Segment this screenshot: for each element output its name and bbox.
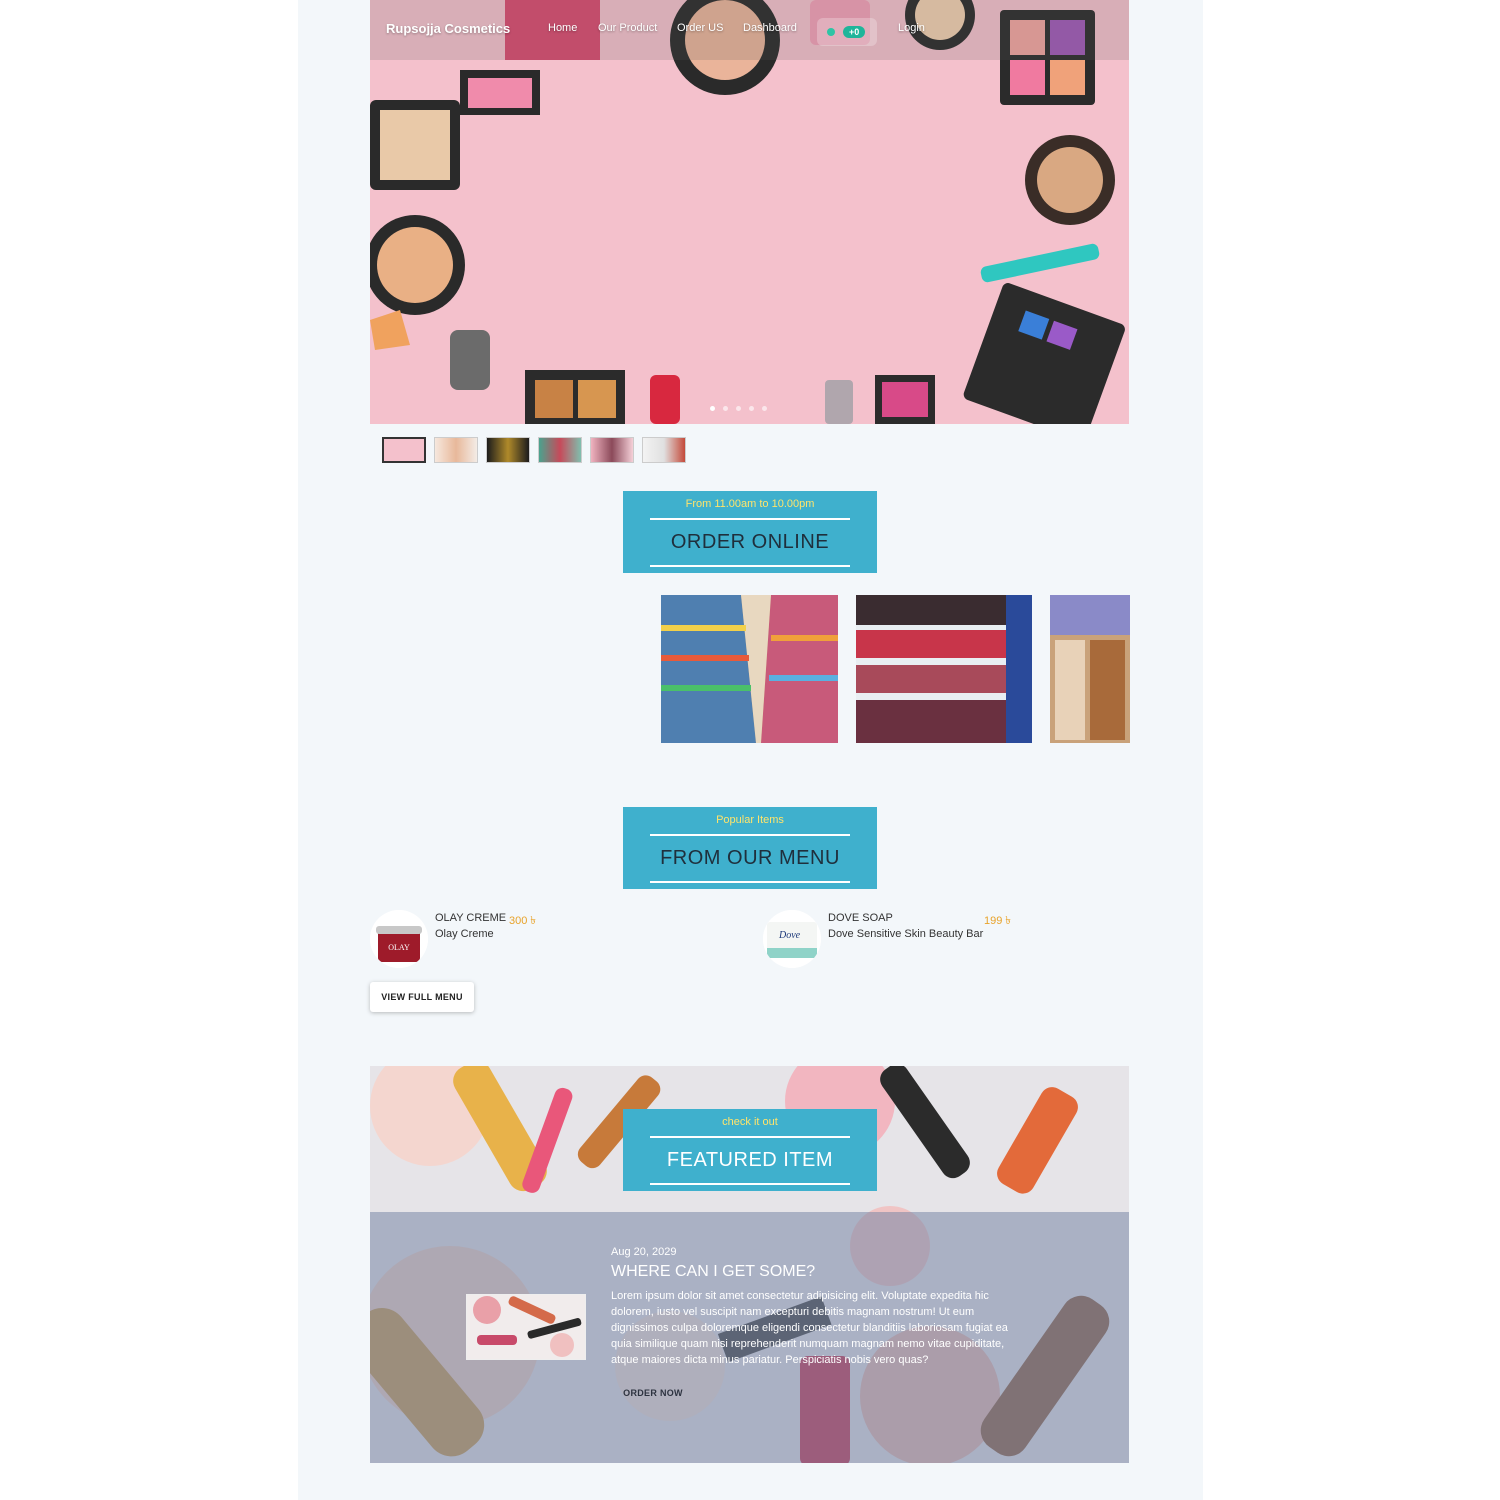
carousel-dot[interactable] (736, 406, 741, 411)
featured-date: Aug 20, 2029 (611, 1246, 677, 1258)
menu-subtitle: Popular Items (716, 814, 784, 826)
olay-product-image: OLAY (370, 910, 428, 968)
divider (650, 565, 850, 567)
carousel-thumbnails (382, 437, 686, 463)
order-online-header: From 11.00am to 10.00pm ORDER ONLINE (623, 491, 877, 573)
divider (650, 518, 850, 520)
menu-title: FROM OUR MENU (660, 847, 840, 869)
nav-order-us[interactable]: Order US (677, 22, 723, 34)
carousel-thumb[interactable] (486, 437, 530, 463)
carousel-dot[interactable] (710, 406, 715, 411)
carousel-dot[interactable] (762, 406, 767, 411)
menu-header: Popular Items FROM OUR MENU (623, 807, 877, 889)
carousel-dot[interactable] (749, 406, 754, 411)
gallery-image-shop-shelves[interactable] (1050, 595, 1130, 743)
menu-item-desc: Dove Sensitive Skin Beauty Bar (828, 928, 984, 940)
menu-item-desc: Olay Creme (435, 928, 494, 940)
featured-item-image (466, 1294, 586, 1360)
featured-description: Lorem ipsum dolor sit amet consectetur a… (611, 1290, 1008, 1366)
nav-dashboard[interactable]: Dashboard (743, 22, 797, 34)
menu-item-price: 199 ৳ (984, 915, 1011, 927)
dove-product-image: Dove (763, 910, 821, 968)
carousel-dot[interactable] (723, 406, 728, 411)
featured-subtitle: check it out (722, 1116, 778, 1128)
carousel-indicators (710, 406, 767, 411)
featured-section: check it out FEATURED ITEM Aug 20, 2029 … (370, 1066, 1129, 1463)
cart-count-badge: +0 (843, 26, 866, 38)
top-navbar: Rupsojja Cosmetics Home Our Product Orde… (370, 0, 1129, 60)
carousel-thumb[interactable] (434, 437, 478, 463)
order-title: ORDER ONLINE (670, 531, 830, 553)
cart-button[interactable]: +0 (817, 18, 877, 46)
divider (650, 1136, 850, 1138)
order-hours: From 11.00am to 10.00pm (685, 498, 815, 510)
nav-our-product[interactable]: Our Product (598, 22, 657, 34)
carousel-thumb[interactable] (590, 437, 634, 463)
gallery-image-store-aisle[interactable] (661, 595, 838, 743)
view-full-menu-button[interactable]: VIEW FULL MENU (370, 982, 474, 1012)
divider (650, 1183, 850, 1185)
svg-text:OLAY: OLAY (388, 943, 410, 952)
carousel-thumb[interactable] (382, 437, 426, 463)
menu-item-name: OLAY CREME (435, 912, 507, 924)
carousel-thumb[interactable] (538, 437, 582, 463)
order-now-button[interactable]: ORDER NOW (611, 1380, 695, 1406)
nav-login[interactable]: Login (898, 22, 925, 34)
featured-heading: WHERE CAN I GET SOME? (611, 1263, 816, 1280)
nav-home[interactable]: Home (548, 22, 577, 34)
menu-item-name: DOVE SOAP (828, 912, 893, 924)
featured-header: check it out FEATURED ITEM (623, 1109, 877, 1191)
hero-cosmetics-image (370, 0, 1129, 424)
cart-icon (827, 28, 835, 36)
menu-item-price: 300 ৳ (509, 915, 536, 927)
divider (650, 881, 850, 883)
hero-carousel[interactable]: Rupsojja Cosmetics Home Our Product Orde… (370, 0, 1129, 424)
svg-text:Dove: Dove (778, 930, 801, 941)
brand-logo[interactable]: Rupsojja Cosmetics (386, 21, 510, 36)
carousel-thumb[interactable] (642, 437, 686, 463)
gallery-image-makeup-display[interactable] (856, 595, 1032, 743)
divider (650, 834, 850, 836)
featured-title: FEATURED ITEM (666, 1149, 834, 1171)
